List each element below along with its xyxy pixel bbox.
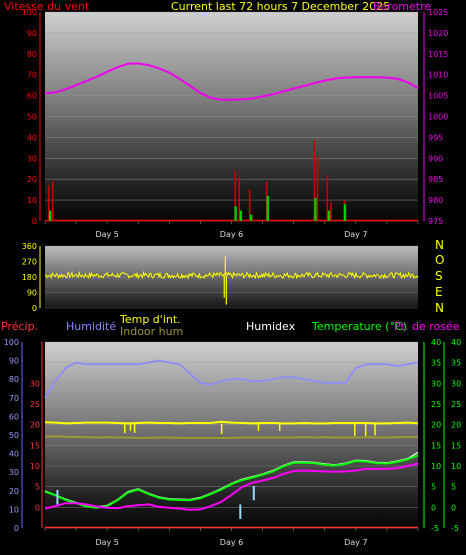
precip-y-tick: 40	[9, 450, 19, 459]
wind-avg-spike	[48, 210, 52, 221]
temperature-label: Temperature (°C)	[312, 320, 407, 333]
direction-label-s: S	[435, 269, 443, 283]
direction-label-n-bottom: N	[435, 301, 444, 315]
humidity-label: Humidité	[66, 320, 117, 333]
inner-left-y-tick: 5	[35, 483, 40, 492]
temp-y-tick-right-outer: 30	[451, 379, 461, 388]
wind-y-tick: 10	[27, 196, 37, 205]
barometer-y-tick: 990	[428, 154, 443, 163]
precip-y-tick: 20	[9, 487, 19, 496]
wind-y-tick: 0	[32, 217, 37, 226]
precip-y-tick: 0	[14, 524, 19, 533]
direction-y-tick: 90	[27, 289, 37, 298]
precip-y-tick: 50	[9, 431, 19, 440]
barometer-y-tick: 1015	[428, 50, 448, 59]
direction-y-tick: 270	[22, 258, 37, 267]
inner-left-y-tick: 0	[35, 503, 40, 512]
temp-y-tick-right-outer: 20	[451, 421, 461, 430]
wind-y-tick: 20	[27, 175, 37, 184]
wind-avg-spike	[266, 195, 269, 221]
temp-int-line	[44, 420, 419, 425]
indoor-hum-label: Indoor hum	[120, 325, 184, 338]
temp-y-tick-right-outer: 40	[451, 338, 461, 347]
temp-y-tick-right-inner: 25	[431, 400, 441, 409]
direction-label-o: O	[435, 253, 445, 267]
direction-y-tick: 360	[22, 242, 37, 251]
barometer-y-tick: 1000	[428, 113, 448, 122]
precip-y-tick: 10	[9, 505, 19, 514]
temp-y-tick-right-outer: 0	[451, 503, 456, 512]
temp-y-tick-right-inner: 0	[431, 503, 436, 512]
temp-y-tick-right-inner: 35	[431, 359, 441, 368]
temp-y-tick-right-outer: 5	[451, 483, 456, 492]
temp-y-tick-right-inner: 15	[431, 441, 441, 450]
wind-avg-spike	[239, 210, 243, 221]
wind-y-tick: 40	[27, 133, 37, 142]
temp-y-tick-right-inner: 10	[431, 462, 441, 471]
wind-gust-spike	[330, 202, 332, 221]
barometer-y-tick: 1010	[428, 71, 448, 80]
weather-charts: 0102030405060708090100975980985990995100…	[4, 8, 461, 547]
dewpoint-label: Pt. de rosée	[394, 320, 460, 333]
precip-y-tick: 90	[9, 357, 19, 366]
barometer-label: Barometre	[373, 0, 432, 13]
wind-gust-spike	[51, 181, 54, 221]
wind-x-tick-label: Day 7	[344, 230, 367, 239]
precip-y-tick: 100	[4, 338, 19, 347]
direction-y-tick: 0	[32, 304, 37, 313]
inner-left-y-tick: 30	[30, 379, 40, 388]
precip-label: Précip.	[1, 320, 39, 333]
wind-x-tick-label: Day 5	[95, 230, 118, 239]
temp-x-tick-label: Day 7	[344, 538, 367, 547]
temp-y-tick-right-outer: 15	[451, 441, 461, 450]
temp-y-tick-right-outer: 25	[451, 400, 461, 409]
direction-label-n-top: N	[435, 238, 444, 252]
wind-avg-spike	[249, 214, 253, 221]
wind-y-tick: 70	[27, 71, 37, 80]
wind-y-tick: 90	[27, 29, 37, 38]
temp-y-tick-right-outer: 35	[451, 359, 461, 368]
weather-graph-page: 0 10 20 30 40 50 60 70 80 90 100 975 980 985 990 995 100…	[0, 0, 466, 555]
wind-y-tick: 50	[27, 113, 37, 122]
chart-title: Current last 72 hours 7 December 2025	[171, 0, 391, 13]
wind-y-tick: 30	[27, 154, 37, 163]
barometer-y-tick: 1020	[428, 29, 448, 38]
wind-avg-spike	[234, 206, 237, 221]
temp-y-tick-right-inner: 30	[431, 379, 441, 388]
barometer-y-tick: 995	[428, 133, 443, 142]
barometer-y-tick: 985	[428, 175, 443, 184]
temp-panel-background	[45, 342, 418, 528]
precip-y-tick: 30	[9, 468, 19, 477]
direction-y-tick: 180	[22, 273, 37, 282]
inner-left-y-tick: 10	[30, 462, 40, 471]
barometer-y-tick: 1005	[428, 92, 448, 101]
precip-y-tick: 70	[9, 394, 19, 403]
temp-y-tick-right-inner: 20	[431, 421, 441, 430]
inner-left-y-tick: 25	[30, 400, 40, 409]
temp-x-tick-label: Day 5	[95, 538, 118, 547]
inner-left-y-tick: 20	[30, 421, 40, 430]
temp-y-tick-right-outer: -5	[451, 524, 459, 533]
direction-label-e: E	[435, 285, 443, 299]
precip-y-tick: 60	[9, 412, 19, 421]
wind-x-tick-label: Day 6	[220, 230, 243, 239]
wind-avg-spike	[343, 204, 347, 221]
wind-avg-spike	[327, 210, 331, 221]
wind-y-tick: 80	[27, 50, 37, 59]
barometer-y-tick: 975	[428, 217, 443, 226]
temp-y-tick-right-inner: 5	[431, 483, 436, 492]
precip-y-tick: 80	[9, 375, 19, 384]
wind-avg-spike	[314, 198, 317, 221]
barometer-y-tick: 980	[428, 196, 443, 205]
wind-y-tick: 60	[27, 92, 37, 101]
temp-y-tick-right-outer: 10	[451, 462, 461, 471]
temp-y-tick-right-inner: 40	[431, 338, 441, 347]
wind-gust-spike	[316, 156, 319, 221]
humidex-label: Humidex	[246, 320, 296, 333]
wind-speed-label: Vitesse du vent	[4, 0, 90, 13]
temp-x-tick-label: Day 6	[220, 538, 243, 547]
inner-left-y-tick: 15	[30, 441, 40, 450]
temp-y-tick-right-inner: -5	[431, 524, 439, 533]
